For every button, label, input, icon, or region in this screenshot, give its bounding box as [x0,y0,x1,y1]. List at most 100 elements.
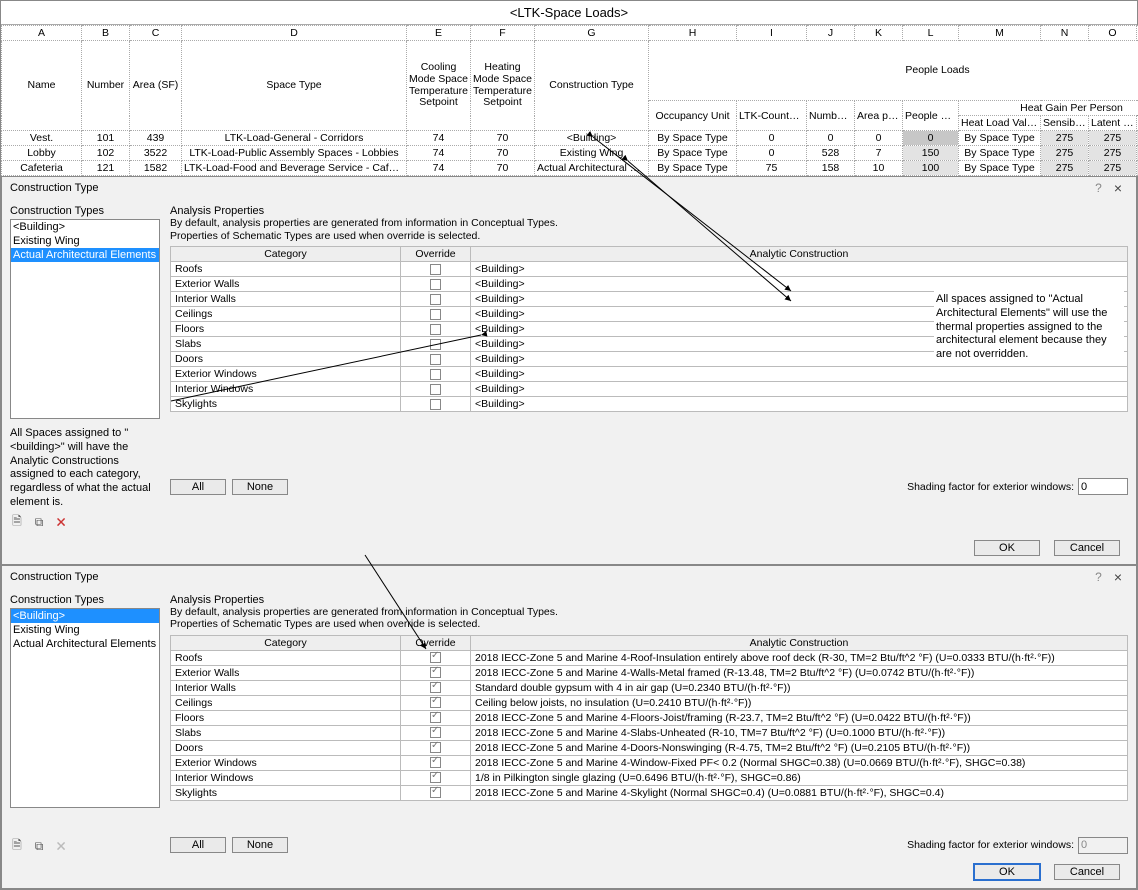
cell[interactable]: 70 [471,161,535,176]
close-icon[interactable]: × [1108,569,1128,585]
cell[interactable]: 275 [1089,161,1137,176]
analytic-construction-cell[interactable]: <Building> [471,262,1128,277]
all-button[interactable]: All [170,479,226,495]
override-checkbox[interactable] [430,369,441,380]
list-item[interactable]: Existing Wing [11,234,159,248]
override-cell[interactable] [401,337,471,352]
cell[interactable]: By Space Type [959,161,1041,176]
cell[interactable]: <Building> [535,131,649,146]
cell[interactable]: 100 [903,161,959,176]
override-cell[interactable] [401,665,471,680]
table-row[interactable]: Exterior Windows<Building> [171,367,1128,382]
none-button[interactable]: None [232,479,288,495]
cell[interactable]: 3522 [130,146,182,161]
table-row[interactable]: Roofs<Building> [171,262,1128,277]
cell[interactable]: Cafeteria [2,161,82,176]
override-checkbox[interactable] [430,384,441,395]
cell[interactable]: 1582 [130,161,182,176]
analytic-construction-cell[interactable]: <Building> [471,367,1128,382]
override-checkbox[interactable] [430,742,441,753]
cell[interactable]: 275 [1041,161,1089,176]
analytic-construction-cell[interactable]: 2018 IECC-Zone 5 and Marine 4-Floors-Joi… [471,710,1128,725]
cell[interactable]: 74 [407,146,471,161]
table-row[interactable]: Cafeteria1211582LTK-Load-Food and Bevera… [2,161,1138,176]
cell[interactable]: 102 [82,146,130,161]
override-cell[interactable] [401,367,471,382]
override-cell[interactable] [401,352,471,367]
override-checkbox[interactable] [430,667,441,678]
override-checkbox[interactable] [430,757,441,768]
cell[interactable]: 101 [82,131,130,146]
list-item[interactable]: <Building> [11,609,159,623]
analytic-construction-cell[interactable]: 2018 IECC-Zone 5 and Marine 4-Doors-Nons… [471,740,1128,755]
table-row[interactable]: Vest.101439LTK-Load-General - Corridors7… [2,131,1138,146]
analytic-construction-cell[interactable]: Standard double gypsum with 4 in air gap… [471,680,1128,695]
duplicate-type-icon[interactable]: ⧉ [32,840,46,854]
override-cell[interactable] [401,740,471,755]
cell[interactable]: 70 [471,146,535,161]
analytic-construction-cell[interactable]: <Building> [471,397,1128,412]
none-button[interactable]: None [232,837,288,853]
override-cell[interactable] [401,680,471,695]
override-checkbox[interactable] [430,294,441,305]
analytic-construction-cell[interactable]: 2018 IECC-Zone 5 and Marine 4-Skylight (… [471,785,1128,800]
override-cell[interactable] [401,725,471,740]
list-item[interactable]: <Building> [11,220,159,234]
cell[interactable]: 528 [807,146,855,161]
cell[interactable]: 0 [903,131,959,146]
cell[interactable]: Lobby [2,146,82,161]
override-cell[interactable] [401,307,471,322]
cell[interactable]: LTK-Load-Public Assembly Spaces - Lobbie… [182,146,407,161]
cell[interactable]: 275 [1041,146,1089,161]
table-row[interactable]: Exterior Walls2018 IECC-Zone 5 and Marin… [171,665,1128,680]
analytic-construction-cell[interactable]: <Building> [471,382,1128,397]
analytic-construction-cell[interactable]: <Building> [471,277,1128,292]
list-item[interactable]: Existing Wing [11,623,159,637]
table-row[interactable]: Doors2018 IECC-Zone 5 and Marine 4-Doors… [171,740,1128,755]
table-row[interactable]: Skylights2018 IECC-Zone 5 and Marine 4-S… [171,785,1128,800]
cell[interactable]: 439 [130,131,182,146]
cell[interactable]: LTK-Load-Food and Beverage Service - Caf… [182,161,407,176]
override-cell[interactable] [401,292,471,307]
analytic-construction-cell[interactable]: 2018 IECC-Zone 5 and Marine 4-Slabs-Unhe… [471,725,1128,740]
cell[interactable]: 0 [737,131,807,146]
cell[interactable]: 7 [855,146,903,161]
override-checkbox[interactable] [430,279,441,290]
cell[interactable]: 0 [737,146,807,161]
cell[interactable]: 275 [1041,131,1089,146]
table-row[interactable]: Roofs2018 IECC-Zone 5 and Marine 4-Roof-… [171,650,1128,665]
cell[interactable]: 10 [855,161,903,176]
help-icon[interactable]: ? [1089,181,1108,195]
cell[interactable]: 74 [407,131,471,146]
list-item[interactable]: Actual Architectural Elements [11,248,159,262]
override-cell[interactable] [401,397,471,412]
table-row[interactable]: Floors2018 IECC-Zone 5 and Marine 4-Floo… [171,710,1128,725]
table-row[interactable]: Exterior Walls<Building> [171,277,1128,292]
analytic-construction-cell[interactable]: 2018 IECC-Zone 5 and Marine 4-Walls-Meta… [471,665,1128,680]
override-checkbox[interactable] [430,682,441,693]
analytic-construction-cell[interactable]: 2018 IECC-Zone 5 and Marine 4-Window-Fix… [471,755,1128,770]
override-checkbox[interactable] [430,697,441,708]
table-row[interactable]: CeilingsCeiling below joists, no insulat… [171,695,1128,710]
help-icon[interactable]: ? [1089,570,1108,584]
table-row[interactable]: Interior Windows<Building> [171,382,1128,397]
override-cell[interactable] [401,650,471,665]
cell[interactable]: By Space Type [649,131,737,146]
list-item[interactable]: Actual Architectural Elements [11,637,159,651]
cancel-button[interactable]: Cancel [1054,864,1120,880]
override-cell[interactable] [401,785,471,800]
override-checkbox[interactable] [430,399,441,410]
delete-type-icon[interactable]: 🗙 [54,516,68,530]
cell[interactable]: Vest. [2,131,82,146]
cell[interactable]: 121 [82,161,130,176]
cell[interactable]: Actual Architectural Eleme [535,161,649,176]
cell[interactable]: By Space Type [649,161,737,176]
override-checkbox[interactable] [430,264,441,275]
construction-types-list[interactable]: <Building>Existing WingActual Architectu… [10,608,160,808]
all-button[interactable]: All [170,837,226,853]
table-row[interactable]: Skylights<Building> [171,397,1128,412]
cell[interactable]: LTK-Load-General - Corridors [182,131,407,146]
ok-button[interactable]: OK [974,864,1040,880]
close-icon[interactable]: × [1108,180,1128,196]
shading-factor-input[interactable] [1078,478,1128,495]
